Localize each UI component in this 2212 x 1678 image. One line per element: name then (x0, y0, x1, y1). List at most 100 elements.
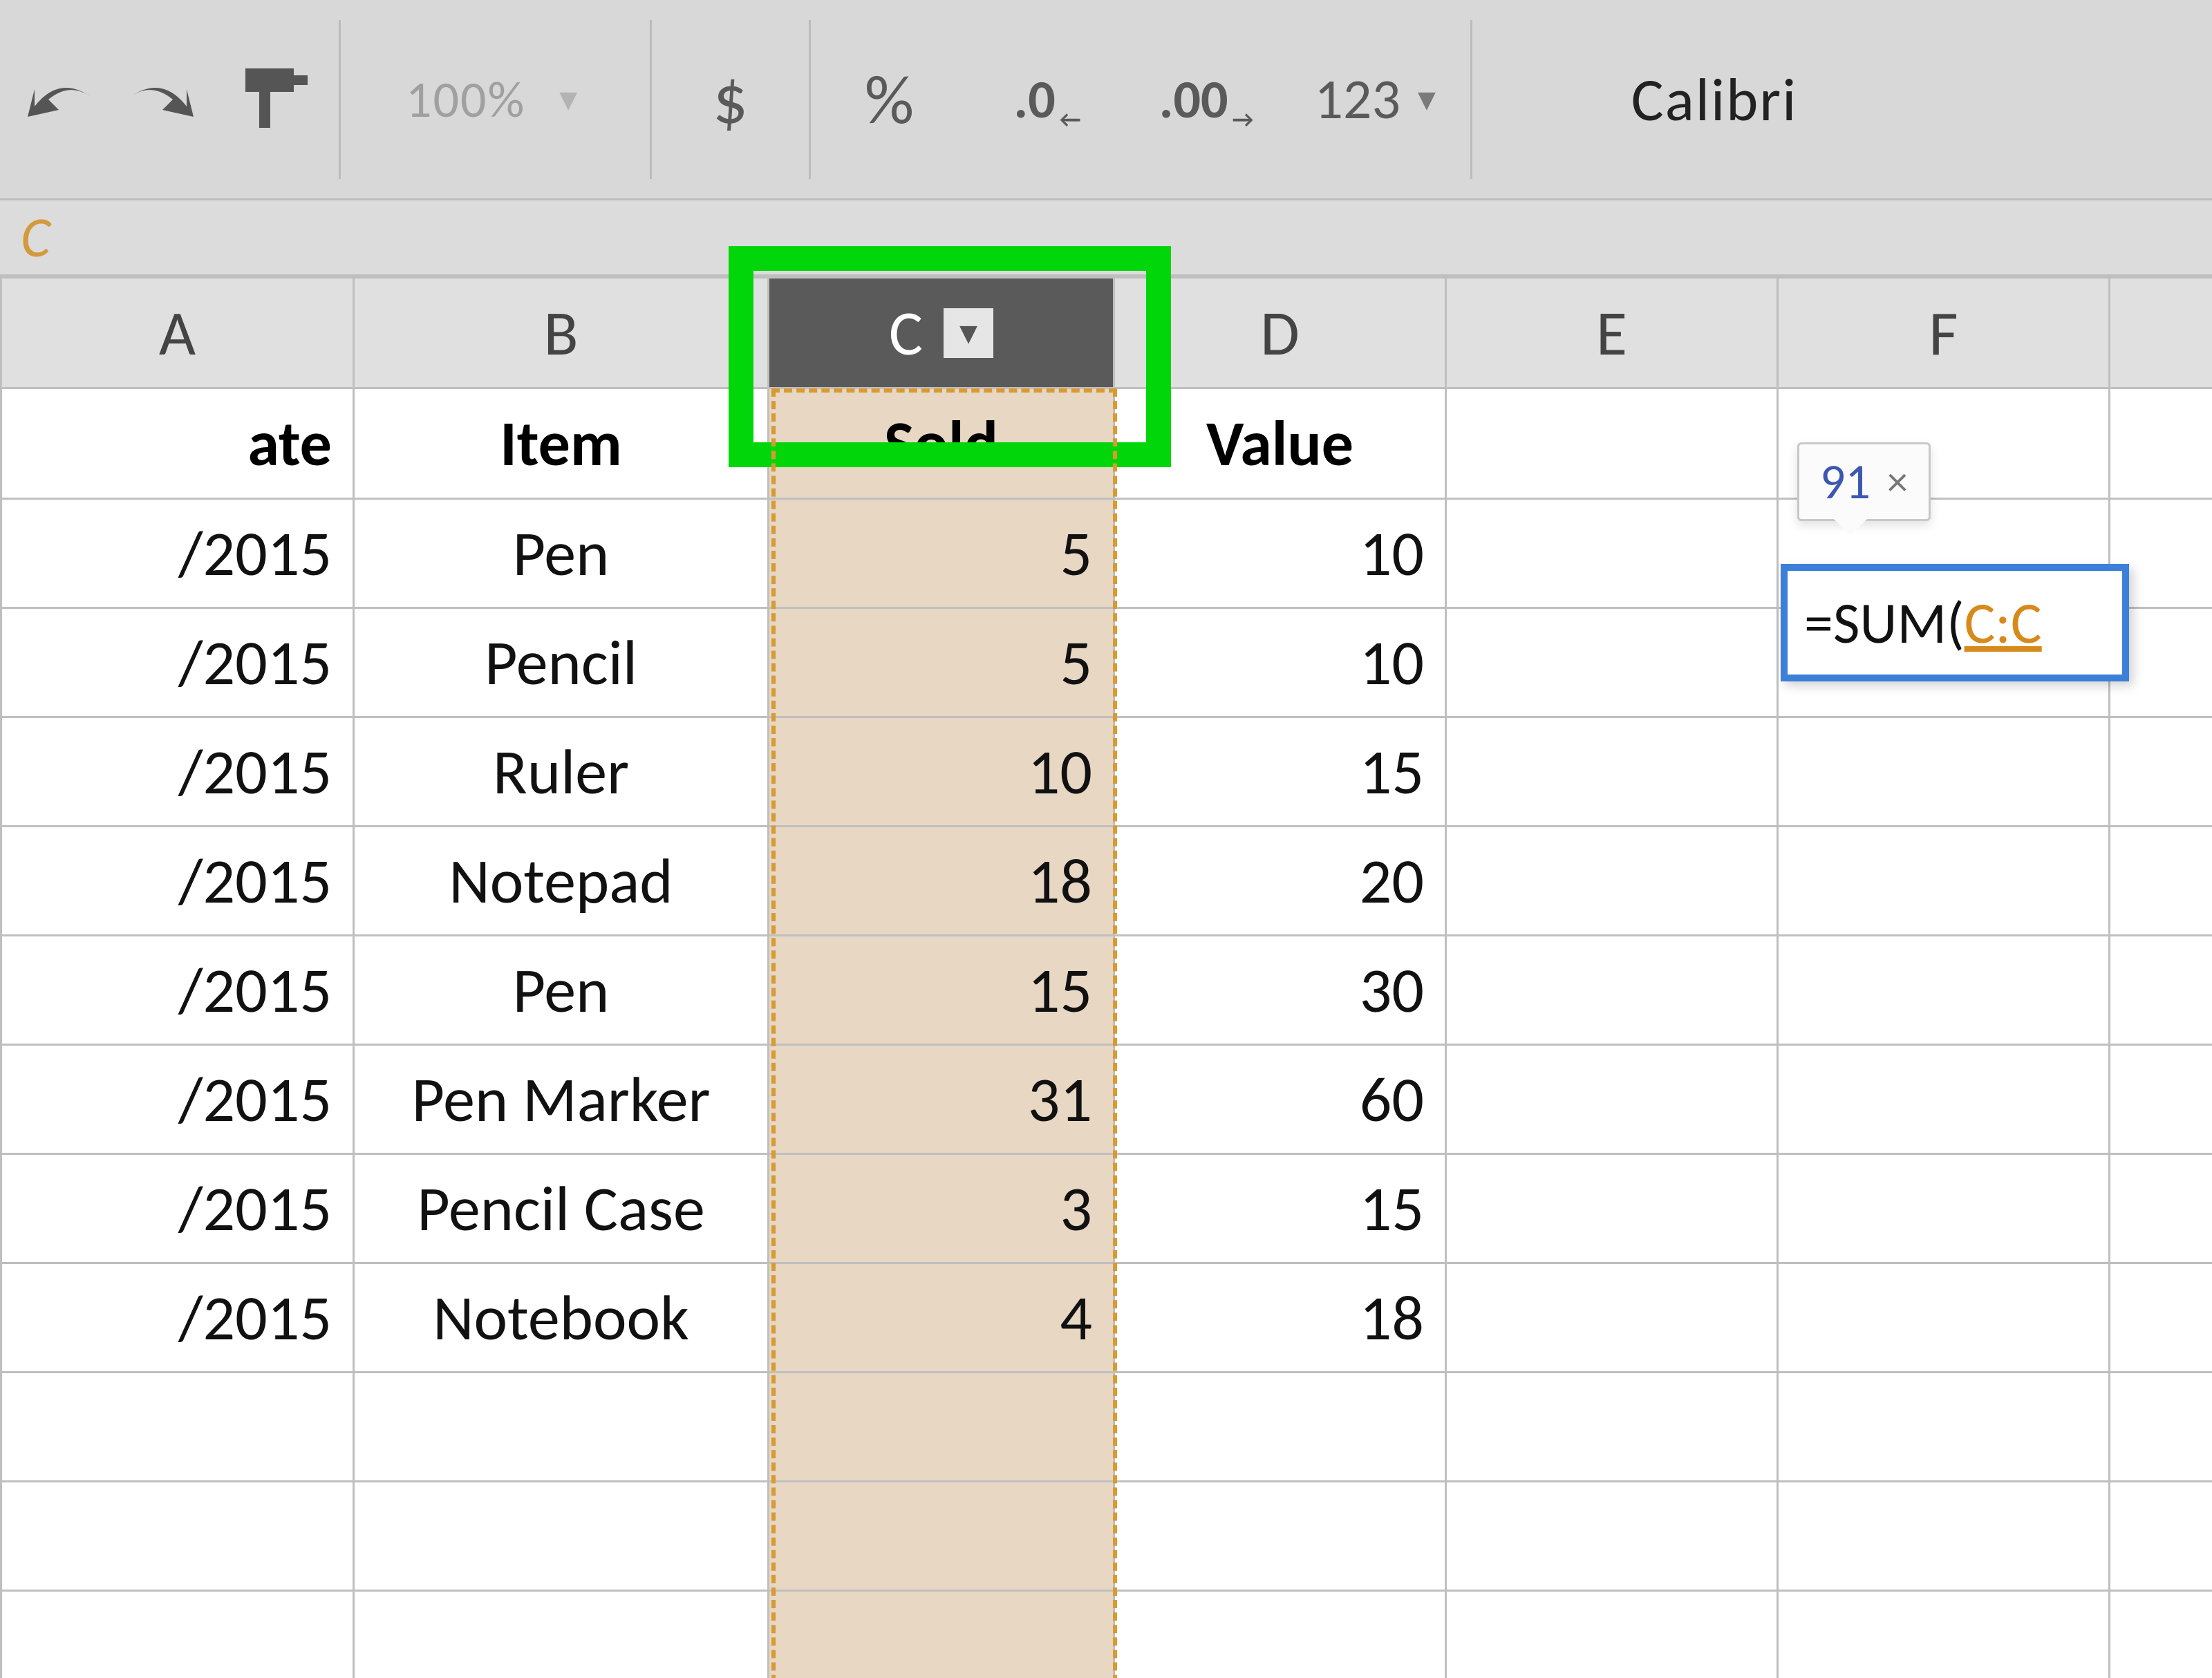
cell[interactable]: Pen (354, 936, 769, 1045)
cell[interactable] (1778, 717, 2110, 827)
cell[interactable] (1114, 1373, 1446, 1482)
cell[interactable]: 10 (1114, 499, 1446, 608)
cell[interactable] (2110, 1482, 2212, 1591)
cell[interactable]: Pen (354, 499, 769, 608)
cell[interactable]: Notepad (354, 827, 769, 936)
active-cell-editor[interactable]: =SUM(C:C (1781, 564, 2129, 681)
cell[interactable]: 15 (1114, 717, 1446, 827)
cell[interactable] (1446, 1045, 1778, 1154)
cell[interactable]: 30 (1114, 936, 1446, 1045)
cell[interactable] (1446, 608, 1778, 717)
cell[interactable] (1778, 1373, 2110, 1482)
cell-e1[interactable] (1446, 388, 1778, 499)
cell[interactable] (1446, 717, 1778, 827)
cell[interactable]: 5 (769, 499, 1114, 608)
cell[interactable] (2110, 1591, 2212, 1678)
cell[interactable] (1446, 499, 1778, 608)
cell[interactable]: Ruler (354, 717, 769, 827)
name-box[interactable]: C (0, 200, 2212, 276)
cell[interactable] (2110, 827, 2212, 936)
column-header-d[interactable]: D (1114, 278, 1446, 388)
cell[interactable]: Notebook (354, 1263, 769, 1373)
cell[interactable] (2110, 936, 2212, 1045)
cell[interactable] (1778, 1482, 2110, 1591)
cell[interactable]: 10 (1114, 608, 1446, 717)
column-header-c[interactable]: C ▼ (769, 278, 1114, 388)
cell[interactable] (1446, 1154, 1778, 1263)
cell[interactable] (1, 1373, 354, 1482)
cell[interactable] (2110, 1154, 2212, 1263)
cell[interactable]: 31 (769, 1045, 1114, 1154)
cell[interactable] (1446, 827, 1778, 936)
cell[interactable]: /2015 (1, 1045, 354, 1154)
number-format-dropdown[interactable]: 123 ▼ (1286, 20, 1472, 179)
increase-decimal-button[interactable]: .00 → (1127, 20, 1286, 179)
cell[interactable] (2110, 717, 2212, 827)
cell-b1[interactable]: Item (354, 388, 769, 499)
cell[interactable] (1446, 1373, 1778, 1482)
cell[interactable] (2110, 1263, 2212, 1373)
column-header-e[interactable]: E (1446, 278, 1778, 388)
close-icon[interactable]: × (1887, 457, 1908, 507)
format-currency-button[interactable]: $ (650, 20, 809, 179)
cell[interactable]: /2015 (1, 1263, 354, 1373)
cell[interactable] (1778, 1154, 2110, 1263)
cell[interactable]: /2015 (1, 1154, 354, 1263)
cell[interactable]: 18 (1114, 1263, 1446, 1373)
cell[interactable] (769, 1373, 1114, 1482)
cell[interactable]: /2015 (1, 827, 354, 936)
zoom-dropdown[interactable]: 100% ▼ (339, 20, 650, 179)
cell[interactable]: 10 (769, 717, 1114, 827)
cell[interactable] (354, 1591, 769, 1678)
cell[interactable] (1778, 936, 2110, 1045)
cell[interactable] (1, 1482, 354, 1591)
cell[interactable] (1446, 1263, 1778, 1373)
cell[interactable]: /2015 (1, 608, 354, 717)
cell[interactable]: 4 (769, 1263, 1114, 1373)
cell[interactable]: 18 (769, 827, 1114, 936)
cell[interactable] (1778, 1591, 2110, 1678)
column-header-extra[interactable] (2110, 278, 2212, 388)
cell[interactable] (1114, 1482, 1446, 1591)
cell[interactable] (1778, 1045, 2110, 1154)
cell[interactable] (769, 1482, 1114, 1591)
cell[interactable]: Pencil Case (354, 1154, 769, 1263)
cell-d1[interactable]: Value (1114, 388, 1446, 499)
cell-c1[interactable]: Sold (769, 388, 1114, 499)
cell[interactable] (2110, 1045, 2212, 1154)
cell[interactable]: 15 (1114, 1154, 1446, 1263)
cell[interactable] (1446, 1591, 1778, 1678)
cell[interactable] (354, 1482, 769, 1591)
cell[interactable] (1446, 1482, 1778, 1591)
cell[interactable]: Pen Marker (354, 1045, 769, 1154)
cell-a1[interactable]: ate (1, 388, 354, 499)
chevron-down-icon[interactable]: ▼ (944, 308, 993, 358)
column-header-a[interactable]: A (1, 278, 354, 388)
cell[interactable]: 20 (1114, 827, 1446, 936)
column-header-f[interactable]: F (1778, 278, 2110, 388)
cell[interactable]: /2015 (1, 499, 354, 608)
cell[interactable] (354, 1373, 769, 1482)
cell[interactable] (1778, 1263, 2110, 1373)
cell[interactable]: 3 (769, 1154, 1114, 1263)
cell[interactable]: 15 (769, 936, 1114, 1045)
cell-g1[interactable] (2110, 388, 2212, 499)
cell[interactable] (1778, 827, 2110, 936)
cell[interactable]: 5 (769, 608, 1114, 717)
cell[interactable] (1446, 936, 1778, 1045)
paint-format-button[interactable] (214, 20, 339, 179)
cell[interactable]: Pencil (354, 608, 769, 717)
redo-button[interactable] (111, 20, 214, 179)
cell[interactable] (1114, 1591, 1446, 1678)
column-header-b[interactable]: B (354, 278, 769, 388)
cell[interactable]: 60 (1114, 1045, 1446, 1154)
cell[interactable] (2110, 1373, 2212, 1482)
format-percent-button[interactable]: % (809, 20, 968, 179)
undo-button[interactable] (7, 20, 111, 179)
decrease-decimal-button[interactable]: .0 ← (968, 20, 1127, 179)
cell[interactable] (769, 1591, 1114, 1678)
font-dropdown[interactable]: Calibri (1472, 20, 1956, 179)
cell[interactable]: /2015 (1, 717, 354, 827)
cell[interactable] (1, 1591, 354, 1678)
cell[interactable]: /2015 (1, 936, 354, 1045)
